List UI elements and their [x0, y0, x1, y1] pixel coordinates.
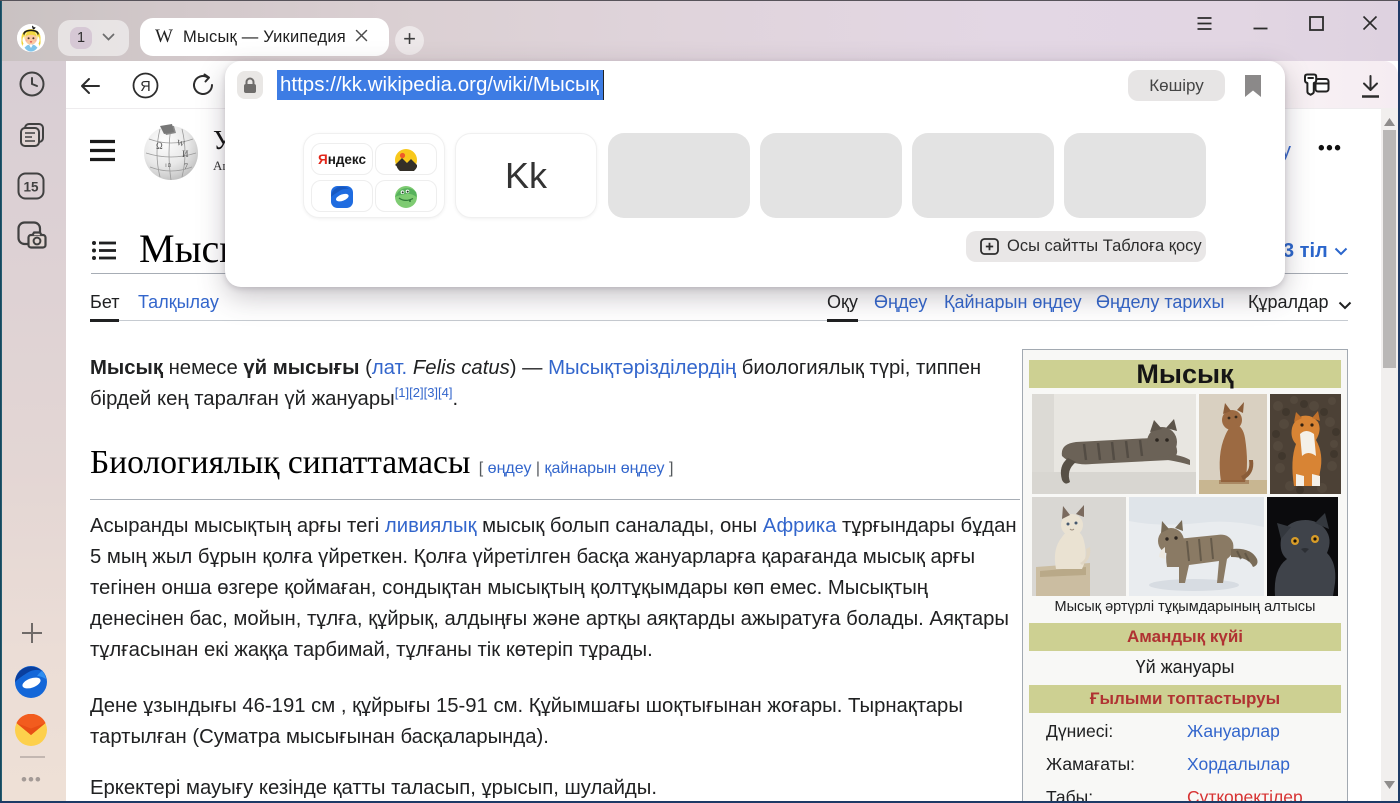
- svg-text:Я: Я: [140, 79, 150, 95]
- svg-text:И: И: [182, 149, 189, 159]
- svg-text:7: 7: [184, 162, 188, 171]
- svg-text:15: 15: [23, 180, 39, 195]
- svg-text:Ω: Ω: [156, 141, 163, 151]
- svg-text:ம: ம: [165, 160, 171, 169]
